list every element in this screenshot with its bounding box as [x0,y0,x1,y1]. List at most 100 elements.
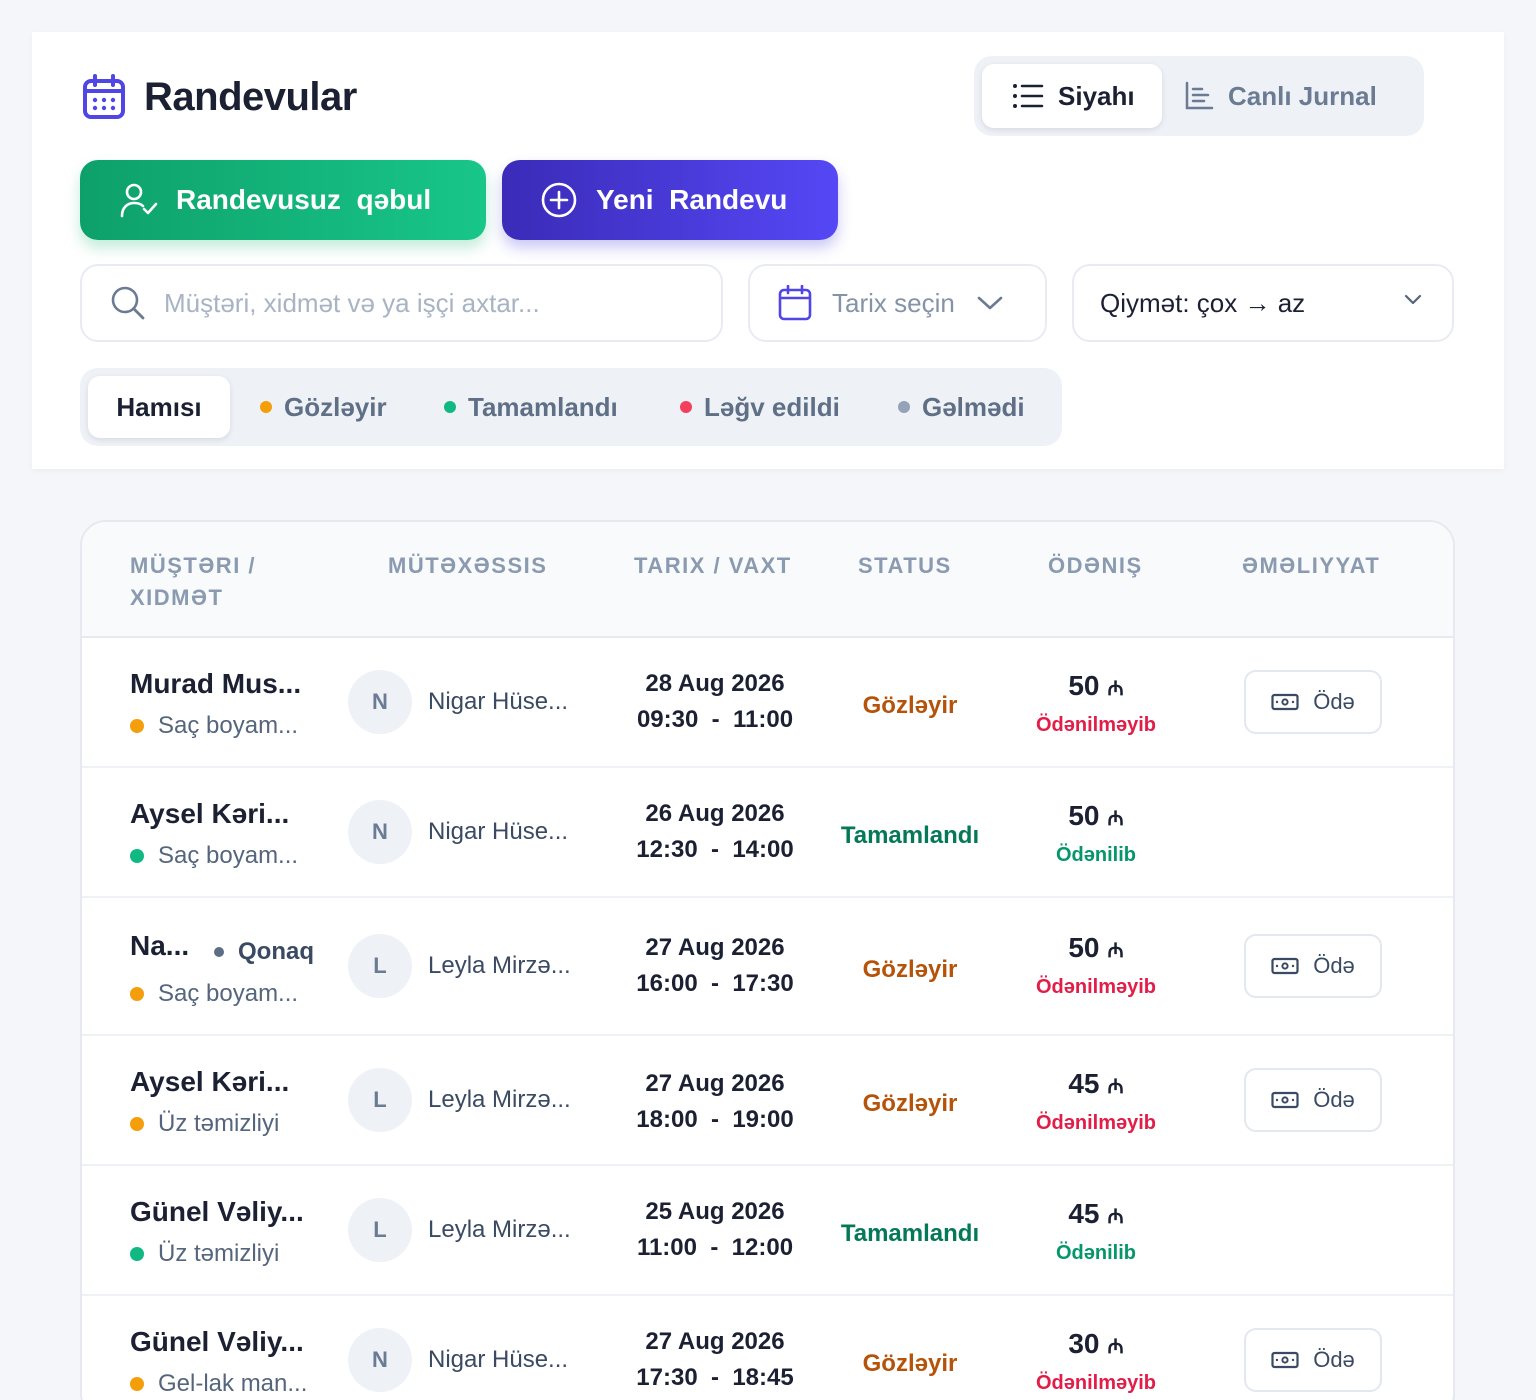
chevron-down-icon [977,296,1003,310]
avatar: N [348,800,412,864]
tab-pending[interactable]: Gözləyir [260,376,387,438]
table-row[interactable]: Aysel Kəri... Saç boyam... N Nigar Hüse.… [82,768,1453,898]
service-name: Saç boyam... [130,712,298,740]
view-toggle: Siyahı Canlı Jurnal [974,56,1424,136]
client-name: Murad Mus... [130,668,302,699]
avatar: L [348,1068,412,1132]
status-dot [130,1117,144,1131]
tab-label: Hamısı [116,391,202,422]
service-name: Üz təmizliyi [130,1240,279,1268]
table-row[interactable]: Günel Vəliy... Gel-lak man... N Nigar Hü… [82,1296,1453,1400]
banknote-icon [1271,1351,1299,1369]
user-check-icon [120,183,158,218]
column-header: Müştəri / Xidmət [130,553,257,610]
banknote-icon [1271,693,1299,711]
appointment-time: 17:30 - 18:45 [636,1364,794,1391]
tab-cancelled[interactable]: Ləğv edildi [680,376,840,438]
status-badge: Tamamlandı [840,1220,980,1247]
tab-all[interactable]: Hamısı [88,376,230,438]
pay-button[interactable]: Ödə [1244,1328,1382,1392]
amount: 30 ₼ [1068,1328,1124,1359]
pay-button[interactable]: Ödə [1244,934,1382,998]
status-badge: Gözləyir [862,956,958,983]
tab-completed[interactable]: Tamamlandı [444,376,618,438]
pay-button[interactable]: Ödə [1244,1068,1382,1132]
table-row[interactable]: Na... Qonaq Saç boyam... L Leyla Mirzə..… [82,898,1453,1036]
payment-status: Ödənilməyib [1035,1112,1157,1134]
avatar: N [348,670,412,734]
status-dot [130,1247,144,1261]
journal-view-button[interactable]: Canlı Jurnal [1184,64,1377,128]
pay-label: Ödə [1313,689,1355,714]
chevron-down-icon [1404,294,1422,305]
status-dot [130,719,144,733]
payment-status: Ödənilməyib [1035,714,1157,736]
calendar-icon [778,285,812,321]
amount: 45 ₼ [1068,1198,1124,1229]
guest-badge: Qonaq [214,938,314,966]
manat-icon: ₼ [1107,940,1124,962]
manat-icon: ₼ [1107,678,1124,700]
search-icon [111,286,145,320]
service-name: Saç boyam... [130,842,298,870]
specialist-name: Nigar Hüse... [428,1346,569,1373]
amount: 50 ₼ [1068,800,1124,831]
column-header: Əməliyyat [1242,553,1381,578]
date-picker[interactable]: Tarix seçin [748,264,1047,342]
column-header: Tarix / Vaxt [634,553,792,578]
status-dot [130,1377,144,1391]
client-name: Aysel Kəri... [130,1066,290,1097]
sort-select[interactable]: Qiymət: çox → az [1072,264,1454,342]
banknote-icon [1271,957,1299,975]
status-dot [680,401,692,413]
service-name: Gel-lak man... [130,1370,307,1398]
status-dot [260,401,272,413]
tab-no-show[interactable]: Gəlmədi [898,376,1025,438]
pay-label: Ödə [1313,1087,1355,1112]
search-input[interactable]: Müştəri, xidmət və ya işçi axtar... [80,264,723,342]
status-tabs: Hamısı Gözləyir Tamamlandı Ləğv edildi G… [80,368,1062,446]
avatar: L [348,1198,412,1262]
calendar-icon [83,74,125,119]
table-row[interactable]: Günel Vəliy... Üz təmizliyi L Leyla Mirz… [82,1166,1453,1296]
tab-label: Gözləyir [284,391,387,422]
specialist-name: Nigar Hüse... [428,688,569,715]
payment-status: Ödənilməyib [1035,1372,1157,1394]
tab-label: Tamamlandı [468,391,618,422]
appointment-time: 18:00 - 19:00 [636,1106,794,1133]
appointment-date: 27 Aug 2026 [645,934,785,961]
column-header: Ödəniş [1048,553,1143,578]
specialist-name: Nigar Hüse... [428,818,569,845]
amount: 50 ₼ [1068,670,1124,701]
page-title: Randevular [144,74,357,119]
service-name: Üz təmizliyi [130,1110,279,1138]
new-appointment-button[interactable]: Yeni Randevu [502,160,838,240]
column-header: Status [858,553,952,578]
walk-in-button[interactable]: Randevusuz qəbul [80,160,486,240]
specialist-name: Leyla Mirzə... [428,1216,571,1243]
table-row[interactable]: Murad Mus... Saç boyam... N Nigar Hüse..… [82,638,1453,768]
status-dot [898,401,910,413]
list-view-label: Siyahı [1058,80,1135,111]
payment-status: Ödənilməyib [1035,976,1157,998]
walk-in-label: Randevusuz qəbul [176,184,432,215]
manat-icon: ₼ [1107,1076,1124,1098]
page-header: Randevular [82,72,357,122]
avatar: N [348,1328,412,1392]
client-name: Günel Vəliy... [130,1196,304,1227]
table-row[interactable]: Aysel Kəri... Üz təmizliyi L Leyla Mirzə… [82,1036,1453,1166]
pay-label: Ödə [1313,1347,1355,1372]
pay-button[interactable]: Ödə [1244,670,1382,734]
client-name: Aysel Kəri... [130,798,290,829]
manat-icon: ₼ [1107,1206,1124,1228]
pay-label: Ödə [1313,953,1355,978]
banknote-icon [1271,1091,1299,1109]
payment-status: Ödənilib [1056,844,1136,866]
client-name: Günel Vəliy... [130,1326,304,1357]
appointment-date: 28 Aug 2026 [645,670,785,697]
plus-circle-icon [541,182,577,218]
status-dot [130,987,144,1001]
list-view-button[interactable]: Siyahı [982,64,1162,128]
payment-status: Ödənilib [1056,1242,1136,1264]
amount: 50 ₼ [1068,932,1124,963]
